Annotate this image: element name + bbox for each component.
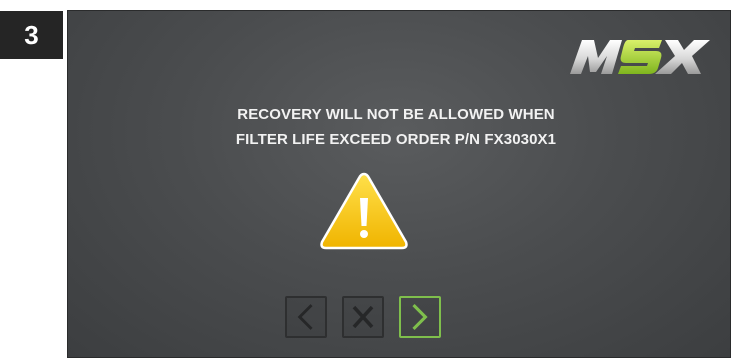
cancel-button[interactable] <box>342 296 384 338</box>
warning-message: RECOVERY WILL NOT BE ALLOWED WHEN FILTER… <box>67 102 731 152</box>
step-number: 3 <box>24 19 39 50</box>
x-icon <box>352 305 374 329</box>
warning-triangle-icon <box>320 172 408 250</box>
back-button[interactable] <box>285 296 327 338</box>
message-line-2: FILTER LIFE EXCEED ORDER P/N FX3030X1 <box>235 131 557 148</box>
next-button[interactable] <box>399 296 441 338</box>
device-screen: RECOVERY WILL NOT BE ALLOWED WHEN FILTER… <box>67 10 731 358</box>
msx-logo <box>570 40 710 74</box>
message-line-1: RECOVERY WILL NOT BE ALLOWED WHEN <box>237 106 555 123</box>
step-number-badge: 3 <box>0 11 63 59</box>
chevron-left-icon <box>297 304 313 330</box>
chevron-right-icon <box>412 303 428 331</box>
